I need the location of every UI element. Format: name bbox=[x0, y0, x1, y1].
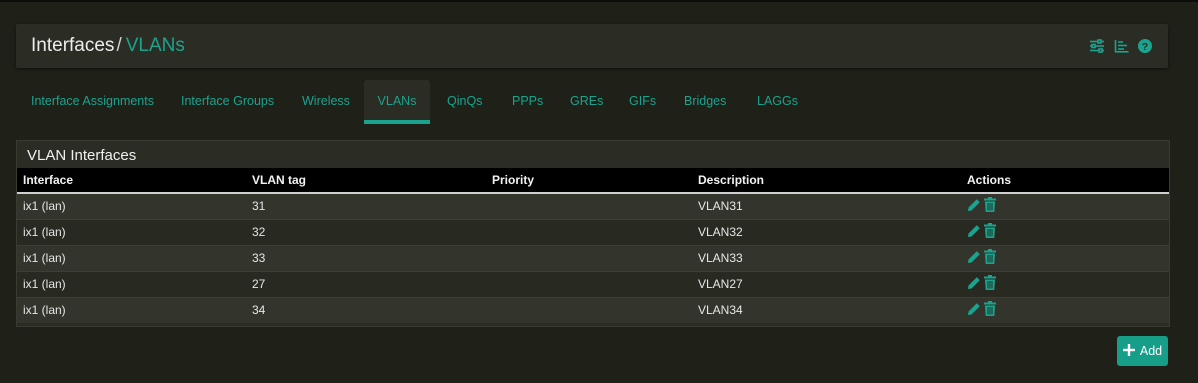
cell-priority bbox=[486, 218, 692, 245]
edit-pencil-icon[interactable] bbox=[967, 302, 981, 319]
cell-actions bbox=[961, 270, 1169, 297]
vlan-table: Interface VLAN tag Priority Description … bbox=[17, 168, 1169, 323]
tab-interface-assignments[interactable]: Interface Assignments bbox=[31, 80, 154, 124]
breadcrumb-separator: / bbox=[116, 35, 122, 56]
vlan-interfaces-panel: VLAN Interfaces Interface VLAN tag Prior… bbox=[16, 140, 1170, 327]
edit-pencil-icon[interactable] bbox=[967, 224, 981, 241]
svg-text:?: ? bbox=[1142, 41, 1148, 53]
tab-gres[interactable]: GREs bbox=[570, 80, 603, 124]
tab-gifs[interactable]: GIFs bbox=[629, 80, 656, 124]
cell-actions bbox=[961, 218, 1169, 245]
header-icons: ? bbox=[1089, 39, 1152, 53]
tab-label: Interface Assignments bbox=[31, 94, 154, 108]
column-header-actions: Actions bbox=[967, 173, 1012, 187]
cell-priority bbox=[486, 192, 692, 219]
delete-trash-icon[interactable] bbox=[984, 197, 996, 215]
tab-vlans[interactable]: VLANs bbox=[364, 80, 430, 124]
help-icon[interactable]: ? bbox=[1138, 39, 1152, 53]
column-header-description[interactable]: Description bbox=[692, 168, 961, 193]
tab-laggs[interactable]: LAGGs bbox=[757, 80, 798, 124]
cell-interface: ix1 (lan) bbox=[17, 270, 246, 297]
cell-description: VLAN34 bbox=[692, 296, 961, 323]
breadcrumb-current[interactable]: VLANs bbox=[126, 35, 185, 56]
cell-vlan-tag: 33 bbox=[246, 244, 486, 271]
sliders-icon[interactable] bbox=[1089, 39, 1105, 53]
cell-vlan-tag: 31 bbox=[246, 192, 486, 219]
top-border bbox=[0, 0, 1198, 2]
list-chart-icon[interactable] bbox=[1114, 39, 1129, 53]
breadcrumb-parent[interactable]: Interfaces bbox=[31, 35, 114, 56]
page-header: Interfaces / VLANs ? bbox=[16, 24, 1168, 68]
add-button-label: Add bbox=[1139, 344, 1163, 358]
tab-wireless[interactable]: Wireless bbox=[302, 80, 350, 124]
tab-label: Interface Groups bbox=[181, 94, 275, 108]
delete-trash-icon[interactable] bbox=[984, 275, 996, 293]
column-header-priority[interactable]: Priority bbox=[486, 168, 692, 193]
cell-priority bbox=[486, 270, 692, 297]
active-tab-indicator bbox=[364, 120, 430, 124]
cell-description: VLAN27 bbox=[692, 270, 961, 297]
tab-label: QinQs bbox=[447, 94, 483, 108]
breadcrumb: Interfaces / VLANs bbox=[31, 35, 185, 57]
delete-trash-icon[interactable] bbox=[984, 301, 996, 319]
tab-label: GREs bbox=[570, 94, 604, 108]
cell-interface: ix1 (lan) bbox=[17, 192, 246, 219]
cell-actions bbox=[961, 192, 1169, 219]
cell-description: VLAN33 bbox=[692, 244, 961, 271]
tab-label: VLANs bbox=[377, 94, 417, 108]
tab-label: PPPs bbox=[512, 94, 544, 108]
table-row: ix1 (lan) 32 VLAN32 bbox=[17, 218, 1169, 245]
cell-vlan-tag: 32 bbox=[246, 218, 486, 245]
panel-title: VLAN Interfaces bbox=[27, 147, 137, 164]
delete-trash-icon[interactable] bbox=[984, 249, 996, 267]
tab-qinqs[interactable]: QinQs bbox=[447, 80, 482, 124]
tab-label: LAGGs bbox=[757, 94, 798, 108]
delete-trash-icon[interactable] bbox=[984, 223, 996, 241]
table-row: ix1 (lan) 27 VLAN27 bbox=[17, 270, 1169, 297]
tab-ppps[interactable]: PPPs bbox=[512, 80, 543, 124]
cell-vlan-tag: 27 bbox=[246, 270, 486, 297]
tab-interface-groups[interactable]: Interface Groups bbox=[181, 80, 274, 124]
table-row: ix1 (lan) 31 VLAN31 bbox=[17, 192, 1169, 219]
tab-bridges[interactable]: Bridges bbox=[684, 80, 726, 124]
table-header-row: Interface VLAN tag Priority Description … bbox=[17, 168, 1169, 193]
tab-label: Bridges bbox=[684, 94, 727, 108]
cell-interface: ix1 (lan) bbox=[17, 218, 246, 245]
cell-actions bbox=[961, 244, 1169, 271]
cell-actions bbox=[961, 296, 1169, 323]
edit-pencil-icon[interactable] bbox=[967, 198, 981, 215]
edit-pencil-icon[interactable] bbox=[967, 250, 981, 267]
table-row: ix1 (lan) 33 VLAN33 bbox=[17, 244, 1169, 271]
tab-label: GIFs bbox=[629, 94, 657, 108]
cell-interface: ix1 (lan) bbox=[17, 296, 246, 323]
cell-description: VLAN32 bbox=[692, 218, 961, 245]
tab-label: Wireless bbox=[302, 94, 350, 108]
table-row: ix1 (lan) 34 VLAN34 bbox=[17, 296, 1169, 323]
column-header-interface[interactable]: Interface bbox=[17, 168, 246, 193]
cell-description: VLAN31 bbox=[692, 192, 961, 219]
cell-priority bbox=[486, 296, 692, 323]
add-button[interactable]: Add bbox=[1117, 336, 1168, 366]
plus-icon bbox=[1122, 343, 1135, 359]
cell-interface: ix1 (lan) bbox=[17, 244, 246, 271]
edit-pencil-icon[interactable] bbox=[967, 276, 981, 293]
cell-priority bbox=[486, 244, 692, 271]
column-header-vlan-tag[interactable]: VLAN tag bbox=[246, 168, 486, 193]
cell-vlan-tag: 34 bbox=[246, 296, 486, 323]
